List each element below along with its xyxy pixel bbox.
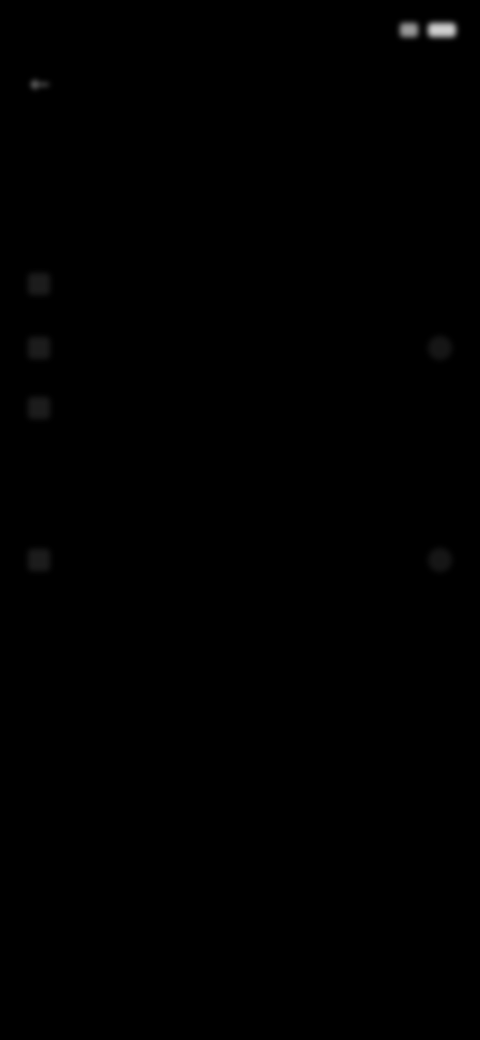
back-button[interactable]: ← bbox=[22, 66, 58, 102]
settings-row-4[interactable] bbox=[0, 530, 480, 590]
settings-icon bbox=[28, 549, 50, 571]
status-bar bbox=[24, 14, 456, 46]
arrow-left-icon: ← bbox=[29, 70, 51, 98]
battery-icon bbox=[428, 23, 456, 37]
settings-icon bbox=[28, 397, 50, 419]
settings-icon bbox=[28, 273, 50, 295]
settings-row-3[interactable] bbox=[0, 378, 480, 438]
settings-screen: ← bbox=[0, 0, 480, 1040]
status-icons bbox=[400, 23, 456, 37]
wifi-icon bbox=[400, 23, 418, 37]
toggle-icon[interactable] bbox=[428, 548, 452, 572]
settings-row-1[interactable] bbox=[0, 254, 480, 314]
chevron-right-icon bbox=[428, 336, 452, 360]
settings-row-2[interactable] bbox=[0, 318, 480, 378]
settings-icon bbox=[28, 337, 50, 359]
